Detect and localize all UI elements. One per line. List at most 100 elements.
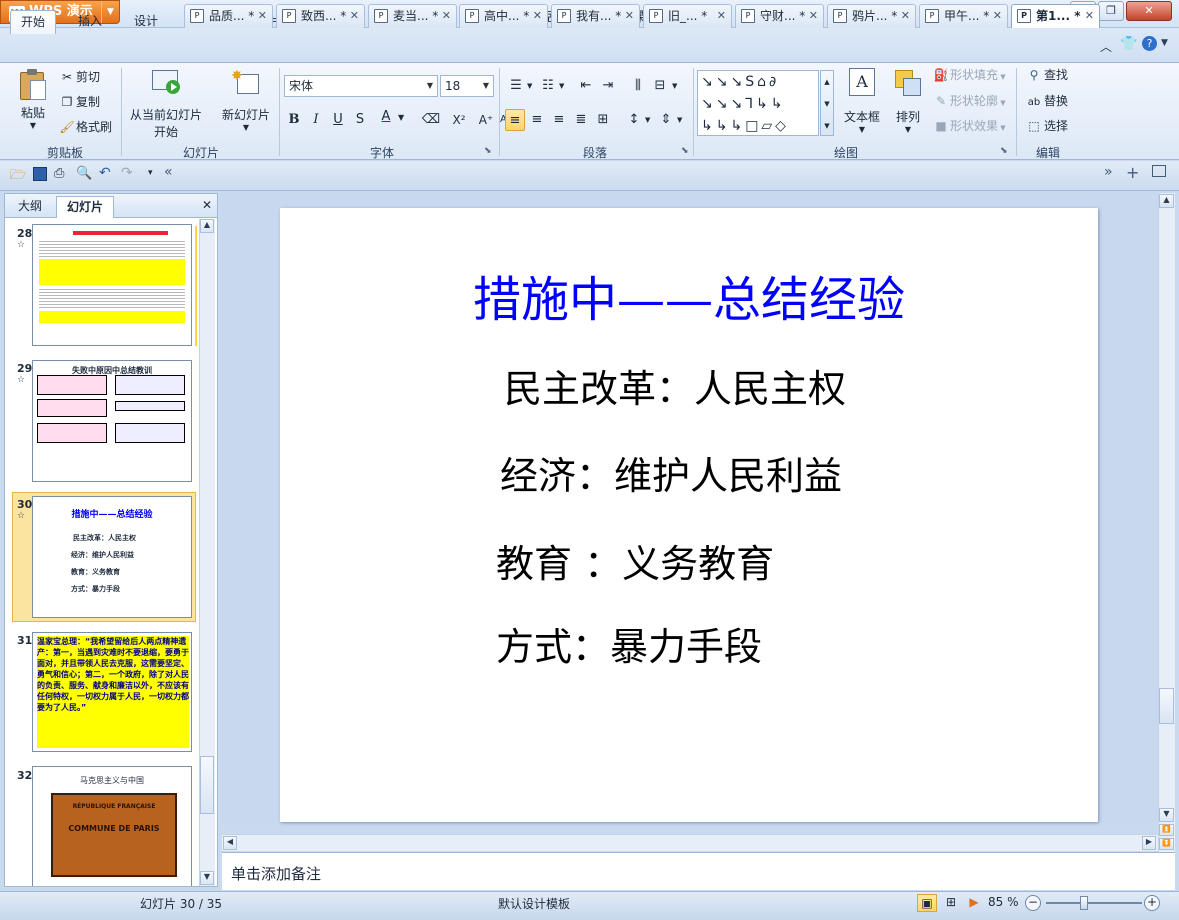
scrollbar-thumb[interactable] — [200, 756, 214, 814]
close-tab-icon[interactable]: ✕ — [350, 5, 359, 27]
redo-icon[interactable]: ↷ — [121, 165, 133, 181]
close-tab-icon[interactable]: ✕ — [625, 5, 634, 27]
zoom-out-icon[interactable]: − — [1025, 895, 1041, 911]
paragraph-spacing-icon[interactable]: ⇕ — [656, 109, 676, 131]
numbering-dropdown-icon[interactable]: ▼ — [559, 82, 564, 90]
close-tab-icon[interactable]: ✕ — [1085, 5, 1094, 27]
zoom-level[interactable]: 85 % — [988, 895, 1019, 909]
shapes-gallery[interactable]: ↘↘↘S⌂∂ ↘↘↘⅂↳↳ ↳↳↳□▱◇ — [697, 70, 819, 136]
justify-icon[interactable]: ≣ — [571, 109, 591, 131]
line-spacing-dropdown-icon[interactable]: ▼ — [645, 116, 650, 124]
slide-line[interactable]: 方式：暴力手段 — [496, 616, 762, 671]
copy-button[interactable]: ❐ 复制 — [58, 91, 100, 113]
previous-slide-icon[interactable]: ⏫ — [1159, 824, 1174, 836]
close-tab-icon[interactable]: ✕ — [717, 5, 726, 27]
text-direction-icon[interactable]: ⫼ — [628, 75, 648, 97]
doc-tab[interactable]: P 旧_... * ✕ — [643, 4, 732, 28]
slideshow-view-icon[interactable]: ▶ — [964, 894, 984, 912]
align-center-icon[interactable]: ≡ — [527, 109, 547, 131]
zoom-slider-track[interactable] — [1046, 902, 1142, 904]
font-dialog-launcher-icon[interactable]: ⬊ — [484, 146, 492, 156]
align-text-dropdown-icon[interactable]: ▼ — [672, 82, 677, 90]
slide-thumbnail-29[interactable]: 失败中原因中总结教训 — [32, 360, 192, 482]
skin-shirt-icon[interactable]: 👕 — [1120, 36, 1137, 52]
new-tab-plus-icon[interactable]: + — [1126, 163, 1139, 182]
paste-button[interactable]: 粘贴 ▼ — [14, 68, 52, 142]
scroll-up-icon[interactable]: ▲ — [1159, 194, 1174, 208]
doc-tab[interactable]: P 甲午... * ✕ — [919, 4, 1008, 28]
slide-title[interactable]: 措施中——总结经验 — [280, 260, 1098, 330]
font-color-dropdown-icon[interactable]: ▼ — [398, 113, 404, 122]
collapse-ribbon-icon[interactable]: ︿ — [1100, 38, 1112, 55]
scroll-down-icon[interactable]: ▼ — [1159, 808, 1174, 822]
align-right-icon[interactable]: ≡ — [549, 109, 569, 131]
undo-icon[interactable]: ↶ — [99, 165, 111, 181]
shape-outline-button[interactable]: ✎ 形状轮廓 ▼ — [932, 90, 1006, 112]
align-text-icon[interactable]: ⊟ — [650, 75, 670, 97]
clear-format-icon[interactable]: ⌫ — [418, 109, 444, 131]
font-color-button[interactable]: A — [376, 106, 396, 128]
shadow-button[interactable]: S — [350, 109, 370, 131]
doc-tab[interactable]: P 致西... * ✕ — [276, 4, 365, 28]
close-tab-icon[interactable]: ✕ — [993, 5, 1002, 27]
next-slide-icon[interactable]: ⏬ — [1159, 838, 1174, 850]
tabs-scroll-right-icon[interactable]: » — [1104, 164, 1113, 180]
slide-thumbnail-28[interactable] — [32, 224, 192, 346]
paragraph-spacing-dropdown-icon[interactable]: ▼ — [677, 116, 682, 124]
doc-tab[interactable]: P 麦当... * ✕ — [368, 4, 457, 28]
tab-home[interactable]: 开始 — [10, 10, 57, 34]
find-button[interactable]: ⚲ 查找 — [1024, 64, 1068, 86]
maximize-button[interactable]: ❐ — [1098, 1, 1124, 21]
tab-outline[interactable]: 大纲 — [8, 196, 52, 218]
bullets-icon[interactable]: ☰ — [506, 75, 526, 97]
drawing-dialog-launcher-icon[interactable]: ⬊ — [1000, 146, 1008, 156]
superscript-button[interactable]: X² — [448, 109, 470, 131]
notes-pane[interactable]: 单击添加备注 — [222, 852, 1175, 890]
bullets-dropdown-icon[interactable]: ▼ — [527, 82, 532, 90]
close-panel-icon[interactable]: ✕ — [202, 198, 212, 212]
bold-button[interactable]: B — [284, 109, 304, 131]
select-button[interactable]: ⬚ 选择 — [1024, 115, 1068, 137]
new-slide-button[interactable]: ✸ 新幻灯片 ▼ — [216, 66, 276, 142]
italic-button[interactable]: I — [306, 109, 326, 131]
grow-font-button[interactable]: A⁺ — [476, 109, 496, 131]
scroll-left-icon[interactable]: ◀ — [223, 836, 237, 850]
shape-fill-button[interactable]: ⛽ 形状填充 ▼ — [932, 64, 1006, 86]
doc-tab-active[interactable]: P 第1... * ✕ — [1011, 4, 1100, 28]
tab-insert[interactable]: 插入 — [68, 10, 112, 34]
paragraph-dialog-launcher-icon[interactable]: ⬊ — [681, 146, 689, 156]
font-size-select[interactable]: 18 ▼ — [440, 75, 494, 97]
zoom-slider-handle[interactable] — [1080, 896, 1088, 910]
underline-button[interactable]: U — [328, 109, 348, 131]
tabs-scroll-left-icon[interactable]: « — [164, 164, 173, 180]
slide-sorter-view-icon[interactable]: ⊞ — [941, 894, 961, 912]
close-tab-icon[interactable]: ✕ — [533, 5, 542, 27]
current-slide[interactable]: 措施中——总结经验 民主改革：人民主权 经济：维护人民利益 教育 ：义务教育 方… — [280, 208, 1098, 822]
cut-button[interactable]: ✂ 剪切 — [58, 66, 100, 88]
scroll-down-icon[interactable]: ▼ — [200, 871, 214, 885]
customize-toolbar-icon[interactable]: ▾ — [148, 168, 153, 178]
help-icon[interactable]: ? — [1142, 36, 1157, 51]
tab-list-icon[interactable] — [1152, 165, 1166, 177]
close-tab-icon[interactable]: ✕ — [901, 5, 910, 27]
open-folder-icon[interactable]: 🗁 — [10, 166, 26, 188]
doc-tab[interactable]: P 守财... * ✕ — [735, 4, 824, 28]
distribute-icon[interactable]: ⊞ — [593, 109, 613, 131]
scroll-right-icon[interactable]: ▶ — [1142, 836, 1156, 850]
play-from-current-button[interactable]: 从当前幻灯片 开始 — [128, 66, 204, 142]
tab-design[interactable]: 设计 — [124, 10, 168, 34]
font-name-select[interactable]: 宋体 ▼ — [284, 75, 438, 97]
help-dropdown-icon[interactable]: ▼ — [1161, 38, 1168, 48]
editor-horizontal-scrollbar[interactable] — [222, 834, 1158, 851]
slide-line[interactable]: 教育 ：义务教育 — [496, 533, 774, 588]
textbox-button[interactable]: A 文本框 ▼ — [838, 66, 886, 142]
print-icon[interactable]: ⎙ — [54, 166, 64, 181]
print-preview-icon[interactable]: 🔍 — [76, 166, 92, 181]
close-tab-icon[interactable]: ✕ — [442, 5, 451, 27]
arrange-button[interactable]: 排列 ▼ — [888, 66, 928, 142]
scroll-up-icon[interactable]: ▲ — [200, 219, 214, 233]
tab-slides[interactable]: 幻灯片 — [56, 196, 115, 218]
doc-tab[interactable]: P 高中... * ✕ — [459, 4, 548, 28]
shapes-gallery-scroll[interactable]: ▲ ▼ ▼ — [820, 70, 834, 136]
shape-effect-button[interactable]: ■ 形状效果 ▼ — [932, 115, 1005, 137]
